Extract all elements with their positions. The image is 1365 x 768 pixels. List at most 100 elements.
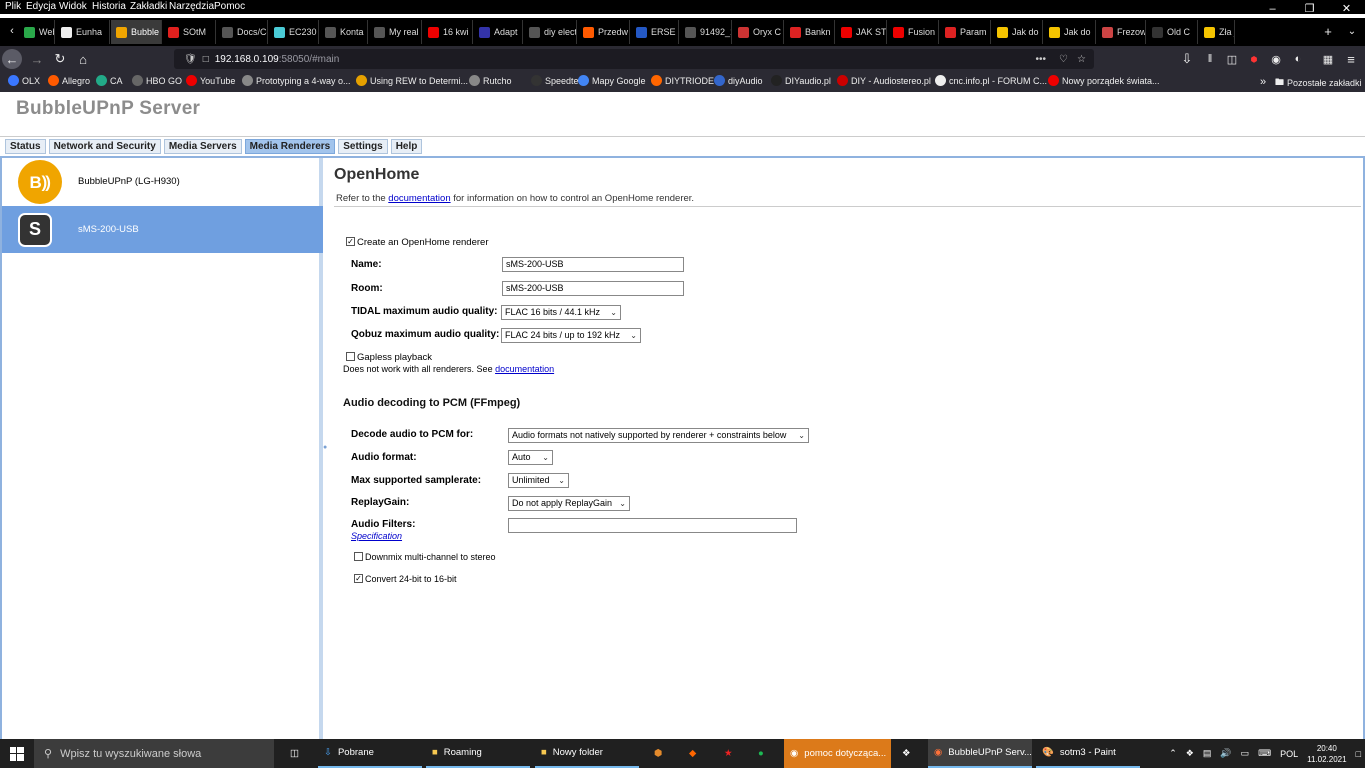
account-icon[interactable]: ◉ <box>1266 49 1286 69</box>
bookmark-item[interactable]: Mapy Google <box>578 75 646 86</box>
browser-tab[interactable]: Przedw <box>578 20 630 44</box>
list-all-tabs-icon[interactable]: ⌄ <box>1342 21 1362 41</box>
volume-icon[interactable]: 🔊 <box>1220 748 1231 759</box>
notifications-icon[interactable]: □ <box>1356 749 1361 759</box>
bookmark-item[interactable]: DIY - Audiostereo.pl <box>837 75 931 86</box>
tab-status[interactable]: Status <box>5 139 46 154</box>
start-button[interactable] <box>0 739 34 768</box>
renderer-item-sms200[interactable]: S sMS-200-USB <box>2 206 323 253</box>
spotify-icon[interactable]: ● <box>752 739 778 768</box>
minimize-icon[interactable]: – <box>1254 0 1291 20</box>
browser-tab[interactable]: Fusion <box>888 20 939 44</box>
app-icon-orange[interactable]: ⬢ <box>648 739 674 768</box>
bookmark-item[interactable]: DIYTRIODE <box>651 75 714 86</box>
keyboard-icon[interactable]: ⌨ <box>1258 748 1271 759</box>
bookmark-item[interactable]: Prototyping a 4-way o... <box>242 75 351 86</box>
library-icon[interactable]: ‖ <box>1200 49 1220 69</box>
bookmark-item[interactable]: OLX <box>8 75 40 86</box>
browser-tab[interactable]: diy electric <box>524 20 577 44</box>
browser-tab[interactable]: Param <box>940 20 991 44</box>
tray-overflow-icon[interactable]: ⌃ <box>1169 748 1177 759</box>
bookmark-star-icon[interactable]: ☆ <box>1077 54 1086 65</box>
browser-tab[interactable]: Frezow <box>1097 20 1146 44</box>
browser-tab[interactable]: Docs/Com <box>217 20 268 44</box>
gapless-checkbox[interactable] <box>346 352 355 361</box>
other-bookmarks[interactable]: 🖿 Pozostałe zakładki <box>1275 75 1362 91</box>
menu-plik[interactable]: Plik <box>5 1 21 12</box>
downmix-checkbox[interactable] <box>354 552 363 561</box>
bookmark-item[interactable]: CA <box>96 75 123 86</box>
browser-tab[interactable]: Zła j <box>1199 20 1235 44</box>
back-icon[interactable]: ← <box>2 49 22 69</box>
ublock-icon[interactable]: ⬢ <box>1244 49 1264 69</box>
browser-tab[interactable]: 16 kwi <box>423 20 473 44</box>
page-actions-icon[interactable]: ••• <box>1035 54 1046 65</box>
bookmark-item[interactable]: Nowy porządek świata... <box>1048 75 1160 86</box>
bookmark-item[interactable]: HBO GO <box>132 75 182 86</box>
shield-icon[interactable]: 🛡 <box>184 54 197 65</box>
taskbar-item-pomoc[interactable]: ◉ pomoc dotycząca... <box>784 739 891 768</box>
taskbar-search[interactable]: ⚲ Wpisz tu wyszukiwane słowa <box>34 739 274 768</box>
samplerate-select[interactable]: Unlimited ⌄ <box>508 473 569 488</box>
browser-tab[interactable]: Eunha <box>56 20 110 44</box>
create-renderer-checkbox[interactable]: ✓ <box>346 237 355 246</box>
page-info-icon[interactable]: □ <box>203 54 209 65</box>
close-icon[interactable]: ✕ <box>1328 0 1365 20</box>
menu-zakladki[interactable]: Zakładki <box>130 1 167 12</box>
tab-media-servers[interactable]: Media Servers <box>163 139 242 154</box>
sidebar-icon[interactable]: ◫ <box>1222 49 1242 69</box>
hamburger-menu-icon[interactable]: ≡ <box>1341 49 1361 69</box>
browser-tab[interactable]: Konta <box>320 20 368 44</box>
audio-filters-field[interactable] <box>508 518 797 533</box>
download-icon[interactable]: ⇩ <box>1177 49 1197 69</box>
browser-tab[interactable]: 91492_1.jp <box>680 20 732 44</box>
bookmark-item[interactable]: Rutcho <box>469 75 512 86</box>
dropbox-icon[interactable]: ❖ <box>1186 748 1194 759</box>
name-field[interactable]: sMS-200-USB <box>502 257 684 272</box>
browser-tab[interactable]: Adapt <box>474 20 523 44</box>
browser-tab[interactable]: Jak do <box>992 20 1043 44</box>
gapless-documentation-link[interactable]: documentation <box>495 364 554 374</box>
browser-tab[interactable]: Oryx C <box>733 20 784 44</box>
extension-icon[interactable]: ◐ <box>1288 49 1308 69</box>
tab-network-security[interactable]: Network and Security <box>48 139 161 154</box>
taskbar-item-nowy-folder[interactable]: ■ Nowy folder <box>535 739 639 768</box>
url-bar[interactable]: 🛡 □ 192.168.0.109:58050/#main ••• ♡ ☆ <box>174 49 1094 69</box>
browser-tab[interactable]: SOtM <box>163 20 216 44</box>
documentation-link[interactable]: documentation <box>388 193 450 204</box>
tidal-quality-select[interactable]: FLAC 16 bits / 44.1 kHz ⌄ <box>501 305 621 320</box>
menu-widok[interactable]: Widok <box>59 1 87 12</box>
bookmark-item[interactable]: YouTube <box>186 75 235 86</box>
convert-16bit-checkbox[interactable]: ✓ <box>354 574 363 583</box>
browser-tab[interactable]: Old C <box>1147 20 1198 44</box>
taskbar-item-bubbleupnp[interactable]: ◉ BubbleUPnP Serv... <box>928 739 1032 768</box>
tidal-icon[interactable]: ❖ <box>896 739 922 768</box>
bookmark-item[interactable]: cnc.info.pl - FORUM C... <box>935 75 1047 86</box>
forward-icon[interactable]: → <box>27 49 47 69</box>
bookmark-item[interactable]: Allegro <box>48 75 90 86</box>
bookmark-item[interactable]: Using REW to Determi... <box>356 75 468 86</box>
browser-tab[interactable]: ERSE <box>631 20 679 44</box>
battery-icon[interactable]: ▭ <box>1241 748 1250 759</box>
reload-icon[interactable]: ↻ <box>50 49 70 69</box>
tab-media-renderers[interactable]: Media Renderers <box>244 139 336 154</box>
audio-format-select[interactable]: Auto ⌄ <box>508 450 553 465</box>
bookmark-item[interactable]: diyAudio <box>714 75 763 86</box>
specification-link[interactable]: Specification <box>351 531 402 541</box>
taskbar-item-roaming[interactable]: ■ Roaming <box>426 739 530 768</box>
pocket-icon[interactable]: ♡ <box>1059 54 1068 65</box>
network-icon[interactable]: ▤ <box>1203 748 1212 759</box>
replaygain-select[interactable]: Do not apply ReplayGain ⌄ <box>508 496 630 511</box>
browser-tab[interactable]: EC230 <box>269 20 319 44</box>
browser-tab[interactable]: Bubble <box>111 20 162 44</box>
browser-tab[interactable]: JAK ST <box>836 20 887 44</box>
menu-pomoc[interactable]: Pomoc <box>214 1 245 12</box>
taskbar-item-paint[interactable]: 🎨 sotm3 - Paint <box>1036 739 1140 768</box>
language-indicator[interactable]: POL <box>1280 749 1298 759</box>
splitter-handle-icon[interactable]: ● <box>323 444 327 451</box>
star-app-icon[interactable]: ★ <box>718 739 744 768</box>
room-field[interactable]: sMS-200-USB <box>502 281 684 296</box>
decode-select[interactable]: Audio formats not natively supported by … <box>508 428 809 443</box>
new-tab-icon[interactable]: + <box>1318 21 1338 41</box>
menu-narzedzia[interactable]: Narzędzia <box>169 1 214 12</box>
